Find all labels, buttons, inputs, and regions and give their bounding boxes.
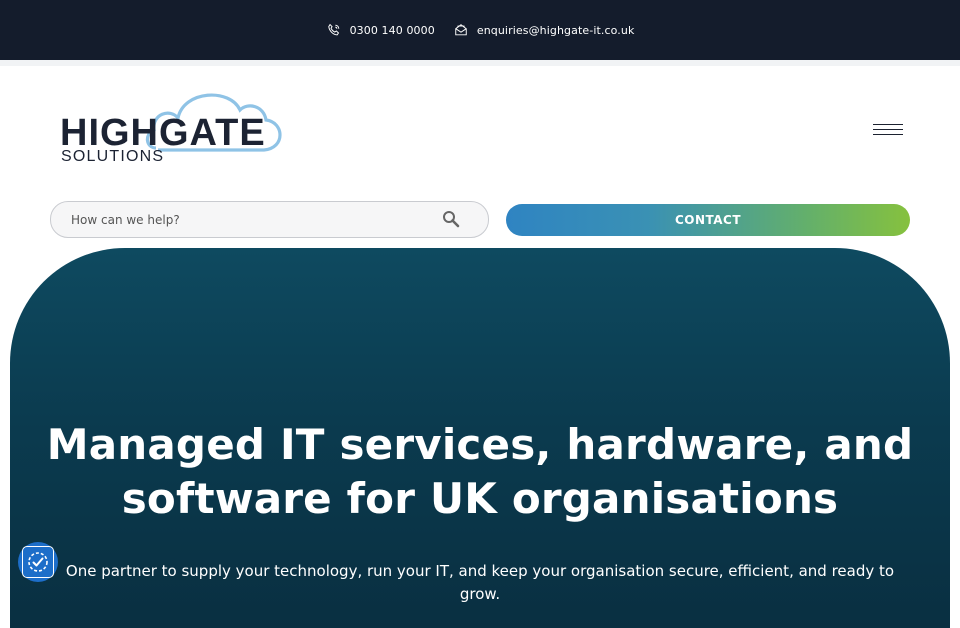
- accessibility-button[interactable]: [18, 542, 58, 582]
- contact-button[interactable]: CONTACT: [506, 204, 910, 236]
- hero-subtitle: One partner to supply your technology, r…: [65, 562, 895, 603]
- logo-subtitle: SOLUTIONS: [61, 148, 164, 165]
- hero-title: Managed IT services, hardware, and softw…: [10, 418, 950, 526]
- phone-icon: [326, 22, 342, 38]
- header-divider: [0, 60, 960, 66]
- search-icon[interactable]: [442, 210, 460, 228]
- hamburger-menu-icon[interactable]: [873, 124, 903, 136]
- email-icon: [453, 22, 469, 38]
- hero-title-line-2: software for UK organisations: [121, 474, 839, 523]
- email-address: enquiries@highgate-it.co.uk: [476, 23, 635, 37]
- top-contact-bar: 0300 140 0000 enquiries@highgate-it.co.u…: [0, 0, 960, 60]
- phone-link[interactable]: 0300 140 0000: [326, 22, 435, 38]
- hero-title-line-1: Managed IT services, hardware, and: [46, 420, 914, 469]
- search-bar: [50, 201, 489, 238]
- phone-number: 0300 140 0000: [349, 23, 435, 37]
- hero-section: Managed IT services, hardware, and softw…: [10, 248, 950, 628]
- highgate-logo[interactable]: HIGHGATE SOLUTIONS: [58, 84, 288, 166]
- email-link[interactable]: enquiries@highgate-it.co.uk: [453, 22, 635, 38]
- accessibility-check-icon: [22, 546, 54, 578]
- search-input[interactable]: [51, 201, 433, 238]
